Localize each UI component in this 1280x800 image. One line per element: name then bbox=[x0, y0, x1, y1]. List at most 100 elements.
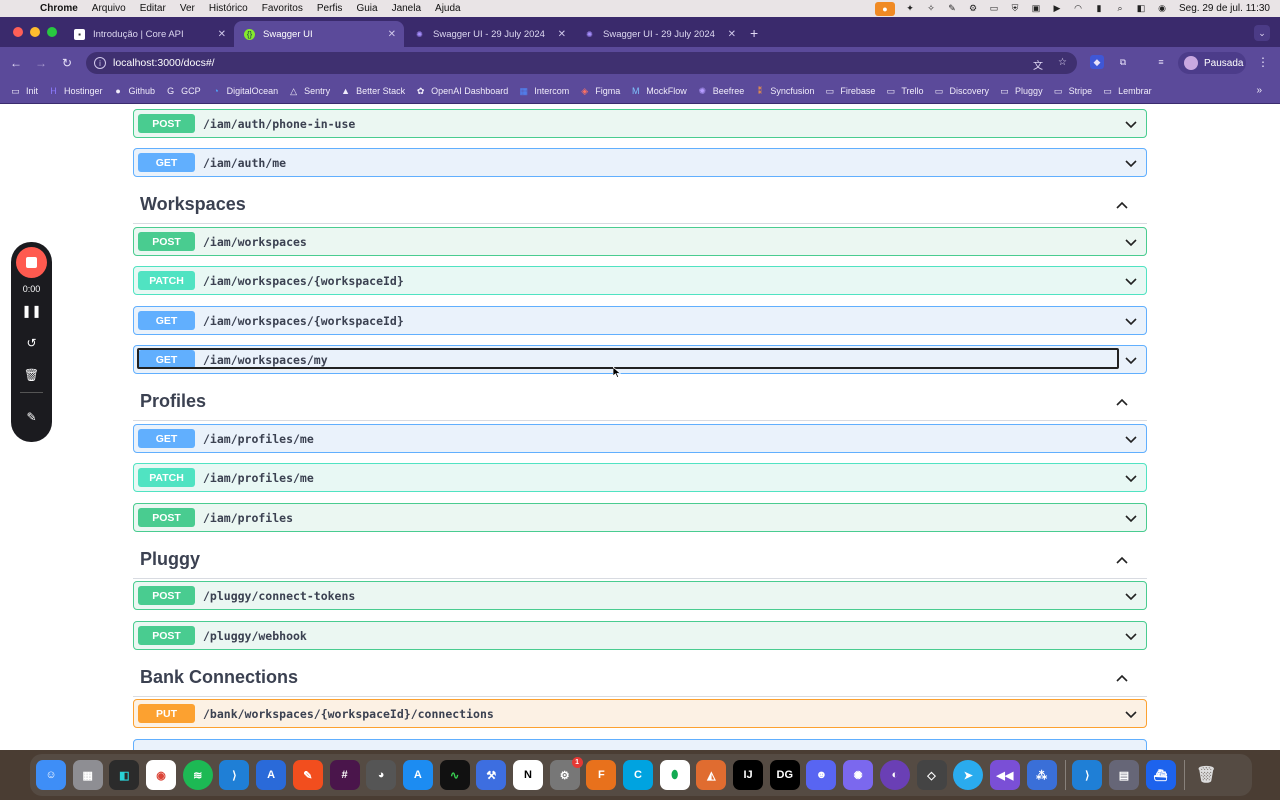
op-post-pluggy-connect-tokens[interactable]: POST /pluggy/connect-tokens bbox=[133, 581, 1147, 610]
settings-gear-icon[interactable]: ✺ bbox=[843, 760, 874, 790]
search-icon[interactable]: ⌕ bbox=[1114, 3, 1126, 14]
pen-icon[interactable]: ✎ bbox=[946, 3, 958, 14]
close-tab-icon[interactable]: ✕ bbox=[728, 29, 736, 40]
chevron-down-icon[interactable] bbox=[1124, 117, 1138, 131]
cursor-editor-icon[interactable]: C bbox=[623, 760, 653, 790]
chevron-down-icon[interactable] bbox=[1124, 235, 1138, 249]
tab-core-api[interactable]: ▪ Introdução | Core API ✕ bbox=[64, 21, 234, 47]
minimize-window-button[interactable] bbox=[30, 27, 40, 37]
section-profiles[interactable]: Profiles bbox=[133, 385, 1147, 421]
stop-recording-button[interactable] bbox=[16, 247, 47, 278]
shield-icon[interactable]: ⛨ bbox=[1009, 3, 1021, 14]
op-get-iam-auth-me[interactable]: GET /iam/auth/me bbox=[133, 148, 1147, 177]
menu-item-editar[interactable]: Editar bbox=[140, 3, 166, 14]
pencil-icon[interactable]: ✎ bbox=[23, 408, 40, 425]
section-pluggy[interactable]: Pluggy bbox=[133, 543, 1147, 579]
op-post-pluggy-webhook[interactable]: POST /pluggy/webhook bbox=[133, 621, 1147, 650]
tab-search-icon[interactable]: ⌄ bbox=[1254, 25, 1270, 41]
app-icon[interactable]: ◐ bbox=[879, 760, 910, 790]
xcode-icon[interactable]: ⚒ bbox=[476, 760, 507, 790]
bookmark-openai-dashboard[interactable]: ✿ OpenAI Dashboard bbox=[415, 86, 508, 97]
bookmark-pluggy[interactable]: ▭ Pluggy bbox=[999, 86, 1042, 97]
browser-menu-icon[interactable]: ⋮ bbox=[1257, 55, 1269, 69]
chevron-down-icon[interactable] bbox=[1124, 432, 1138, 446]
trash-icon[interactable]: 🗑 bbox=[23, 366, 40, 383]
gear-icon[interactable]: ⚙ bbox=[967, 3, 979, 14]
op-post-iam-workspaces[interactable]: POST /iam/workspaces bbox=[133, 227, 1147, 256]
bookmark-digitalocean[interactable]: ◔ DigitalOcean bbox=[211, 86, 278, 97]
chevron-up-icon[interactable] bbox=[1115, 198, 1129, 212]
chevron-up-icon[interactable] bbox=[1115, 395, 1129, 409]
spotify-icon[interactable]: ≋ bbox=[182, 760, 213, 790]
close-tab-icon[interactable]: ✕ bbox=[388, 29, 396, 40]
address-url[interactable]: localhost:3000/docs#/ bbox=[113, 57, 215, 69]
op-get-iam-workspaces-id[interactable]: GET /iam/workspaces/{workspaceId} bbox=[133, 306, 1147, 335]
bookmark-github[interactable]: ● Github bbox=[113, 86, 155, 97]
bookmark-syncfusion[interactable]: ⁑ Syncfusion bbox=[754, 86, 815, 97]
tab-swagger-ui[interactable]: {} Swagger UI ✕ bbox=[234, 21, 404, 47]
section-bank-connections[interactable]: Bank Connections bbox=[133, 661, 1147, 697]
menu-item-ver[interactable]: Ver bbox=[180, 3, 195, 14]
slack-icon[interactable]: # bbox=[329, 760, 360, 790]
rewind-icon[interactable]: ◀◀ bbox=[989, 760, 1020, 790]
op-get-iam-profiles-me[interactable]: GET /iam/profiles/me bbox=[133, 424, 1147, 453]
pen-tool-icon[interactable]: ✎ bbox=[292, 760, 323, 790]
bookmark-lembrar[interactable]: ▭ Lembrar bbox=[1102, 86, 1151, 97]
matlab-icon[interactable]: ◭ bbox=[696, 760, 727, 790]
menu-item-perfis[interactable]: Perfis bbox=[317, 3, 343, 14]
tab-swagger-ui-29-july-2[interactable]: ✺ Swagger UI - 29 July 2024 ✕ bbox=[574, 21, 744, 47]
extension-icon[interactable]: ◆ bbox=[1090, 55, 1104, 69]
bookmark-sentry[interactable]: △ Sentry bbox=[288, 86, 330, 97]
chevron-down-icon[interactable] bbox=[1124, 629, 1138, 643]
bookmark-hostinger[interactable]: H Hostinger bbox=[48, 86, 102, 97]
app-store-like-icon[interactable]: A bbox=[256, 760, 287, 790]
op-get-iam-workspaces-my[interactable]: GET /iam/workspaces/my bbox=[133, 345, 1147, 374]
intellij-icon[interactable]: IJ bbox=[733, 760, 764, 790]
app-store-icon[interactable]: A bbox=[402, 760, 433, 790]
trash-icon[interactable]: 🗑 bbox=[1191, 760, 1221, 790]
docker-icon[interactable]: ⛴ bbox=[1145, 760, 1176, 790]
close-tab-icon[interactable]: ✕ bbox=[558, 29, 566, 40]
launchpad-icon[interactable]: ▦ bbox=[72, 760, 103, 790]
gimp-icon[interactable]: ◕ bbox=[366, 760, 397, 790]
chevron-down-icon[interactable] bbox=[1124, 274, 1138, 288]
op-put-bank-workspaces-connections[interactable]: PUT /bank/workspaces/{workspaceId}/conne… bbox=[133, 699, 1147, 728]
mongodb-compass-icon[interactable]: ⬮ bbox=[659, 760, 690, 790]
chevron-down-icon[interactable] bbox=[1124, 314, 1138, 328]
activity-monitor-icon[interactable]: ∿ bbox=[439, 760, 470, 790]
site-info-icon[interactable]: i bbox=[94, 57, 106, 69]
back-icon[interactable]: ← bbox=[9, 56, 23, 70]
bookmark-mockflow[interactable]: M MockFlow bbox=[630, 86, 687, 97]
control-center-icon[interactable]: ◧ bbox=[1135, 3, 1147, 14]
media-controls-icon[interactable]: ≡ bbox=[1154, 55, 1168, 69]
sparkle-icon[interactable]: ✧ bbox=[925, 3, 937, 14]
chevron-down-icon[interactable] bbox=[1124, 707, 1138, 721]
display-icon[interactable]: ▣ bbox=[1030, 3, 1042, 14]
discord-icon[interactable]: ☻ bbox=[806, 760, 837, 790]
app-icon[interactable]: ◧ bbox=[109, 760, 140, 790]
op-patch-iam-profiles-me[interactable]: PATCH /iam/profiles/me bbox=[133, 463, 1147, 492]
bookmark-figma[interactable]: ◈ Figma bbox=[579, 86, 620, 97]
window-icon[interactable]: ▭ bbox=[988, 3, 1000, 14]
menu-item-janela[interactable]: Janela bbox=[392, 3, 421, 14]
new-tab-icon[interactable]: + bbox=[750, 25, 758, 41]
fusion-360-icon[interactable]: F bbox=[586, 760, 617, 790]
bookmark-init[interactable]: ▭ Init bbox=[10, 86, 38, 97]
wifi-icon[interactable]: ◠ bbox=[1072, 3, 1084, 14]
chevron-down-icon[interactable] bbox=[1124, 353, 1138, 367]
profile-button[interactable]: Pausada bbox=[1178, 52, 1246, 74]
menu-app-name[interactable]: Chrome bbox=[40, 3, 78, 14]
vscode-icon[interactable]: ⟩ bbox=[1072, 760, 1103, 790]
menubar-clock[interactable]: Seg. 29 de jul. 11:30 bbox=[1179, 3, 1270, 14]
play-icon[interactable]: ▶ bbox=[1051, 3, 1063, 14]
system-settings-icon[interactable]: ⚙ 1 bbox=[549, 757, 583, 790]
address-bar[interactable]: i localhost:3000/docs#/ 文 ☆ bbox=[86, 52, 1077, 74]
bookmark-gcp[interactable]: G GCP bbox=[165, 86, 201, 97]
close-tab-icon[interactable]: ✕ bbox=[218, 29, 226, 40]
zoom-window-button[interactable] bbox=[47, 27, 57, 37]
bookmark-intercom[interactable]: ▦ Intercom bbox=[518, 86, 569, 97]
tab-swagger-ui-29-july-1[interactable]: ✺ Swagger UI - 29 July 2024 ✕ bbox=[404, 21, 574, 47]
menu-item-arquivo[interactable]: Arquivo bbox=[92, 3, 126, 14]
translate-icon[interactable]: 文 bbox=[1033, 57, 1043, 72]
bookmark-trello[interactable]: ▭ Trello bbox=[885, 86, 924, 97]
